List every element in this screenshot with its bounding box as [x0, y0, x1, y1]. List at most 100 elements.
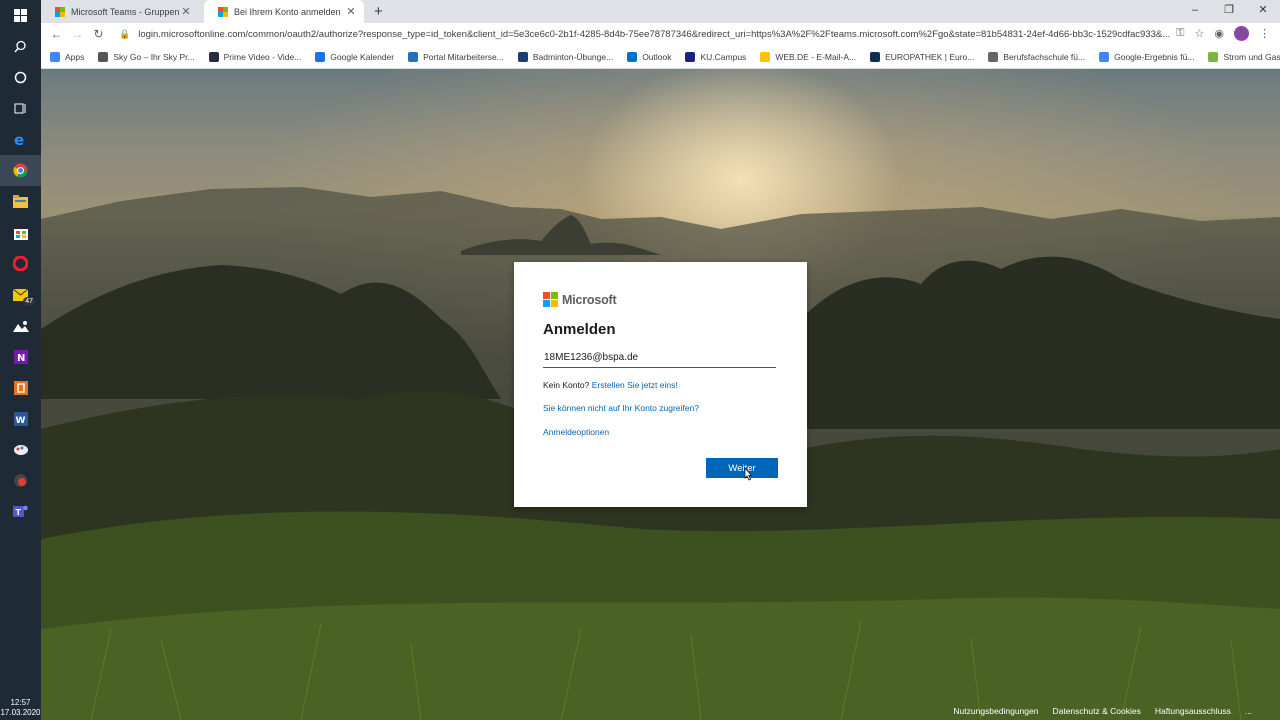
mail-icon[interactable]: 47	[0, 279, 41, 310]
system-clock[interactable]: 12:57 17.03.2020	[0, 696, 41, 720]
close-window-button[interactable]: ✕	[1246, 0, 1280, 20]
bookmark-item[interactable]: Apps	[50, 51, 84, 62]
back-arrow-icon[interactable]: ←	[46, 27, 67, 41]
page-footer: Nutzungsbedingungen Datenschutz & Cookie…	[953, 706, 1280, 720]
tab-teams-chat[interactable]: Microsoft Teams - Gruppenchat ✕	[41, 0, 199, 23]
star-icon[interactable]: ☆	[1195, 27, 1205, 40]
bookmark-favicon-icon	[1208, 51, 1219, 62]
cortana-icon[interactable]	[0, 62, 41, 93]
clock-date: 17.03.2020	[0, 708, 41, 717]
bookmark-item[interactable]: EUROPATHEK | Euro...	[870, 51, 974, 62]
bookmark-favicon-icon	[315, 51, 326, 62]
bookmark-item[interactable]: Sky Go – Ihr Sky Pr...	[98, 51, 195, 62]
opera-icon[interactable]	[0, 248, 41, 279]
bookmark-item[interactable]: Google Kalender	[315, 51, 395, 62]
bookmark-item[interactable]: WEB.DE - E-Mail-A...	[760, 51, 857, 62]
microsoft-favicon-icon	[218, 6, 228, 17]
key-icon[interactable]: ⚿	[1176, 27, 1184, 40]
create-account-link[interactable]: Erstellen Sie jetzt eins!	[592, 380, 678, 390]
bookmark-favicon-icon	[988, 51, 999, 62]
bookmark-favicon-icon	[627, 51, 638, 62]
mouse-pointer-icon	[744, 467, 753, 481]
browser-window: Microsoft Teams - Gruppenchat ✕ Bei Ihre…	[41, 0, 1280, 720]
paint-icon[interactable]	[0, 434, 41, 465]
tab-close-icon[interactable]: ✕	[344, 5, 358, 18]
extension-icon[interactable]: ◉	[1214, 27, 1224, 40]
new-tab-button[interactable]: +	[374, 3, 383, 20]
bookmark-favicon-icon	[760, 51, 771, 62]
bookmark-label: Badminton-Übunge...	[532, 51, 614, 62]
search-icon[interactable]	[0, 31, 41, 62]
bookmark-label: WEB.DE - E-Mail-A...	[775, 51, 857, 62]
bookmark-item[interactable]: Badminton-Übunge...	[517, 51, 614, 62]
minimize-button[interactable]: –	[1178, 0, 1212, 20]
disclaimer-link[interactable]: Haftungsausschluss	[1155, 706, 1231, 716]
microsoft-favicon-icon	[55, 6, 65, 17]
microsoft-logo-icon	[543, 292, 558, 307]
bookmark-label: Google-Ergebnis fü...	[1114, 51, 1195, 62]
office-icon[interactable]	[0, 372, 41, 403]
svg-text:T: T	[16, 508, 22, 517]
browser-toolbar: ← → ↻ 🔒 login.microsoftonline.com/common…	[41, 23, 1280, 45]
windows-start-icon[interactable]	[0, 0, 41, 31]
profile-avatar[interactable]: A	[1234, 26, 1249, 41]
bookmark-favicon-icon	[408, 51, 419, 62]
bookmark-item[interactable]: Portal Mitarbeiterse...	[408, 51, 504, 62]
bookmark-label: Portal Mitarbeiterse...	[423, 51, 504, 62]
more-options-link[interactable]: ...	[1245, 706, 1252, 716]
restore-button[interactable]: ❐	[1212, 0, 1246, 20]
address-bar[interactable]: 🔒 login.microsoftonline.com/common/oauth…	[119, 25, 1174, 44]
toolbar-actions: ⚿ ☆ ◉ A ⋮	[1176, 26, 1270, 41]
bookmark-item[interactable]: Strom und Gas gün...	[1208, 51, 1280, 62]
forward-arrow-icon[interactable]: →	[67, 27, 88, 41]
sign-in-card: Microsoft Anmelden Kein Konto? Erstellen…	[514, 262, 807, 507]
sign-in-title: Anmelden	[543, 321, 616, 338]
bookmark-label: Berufsfachschule fü...	[1003, 51, 1086, 62]
svg-text:W: W	[15, 416, 25, 426]
no-account-line: Kein Konto? Erstellen Sie jetzt eins!	[543, 380, 778, 390]
no-account-text: Kein Konto?	[543, 380, 590, 390]
bookmark-favicon-icon	[685, 51, 696, 62]
file-explorer-icon[interactable]	[0, 186, 41, 217]
record-icon[interactable]	[0, 465, 41, 496]
bookmark-item[interactable]: KU.Campus	[685, 51, 746, 62]
terms-link[interactable]: Nutzungsbedingungen	[953, 706, 1038, 716]
bookmark-item[interactable]: Outlook	[627, 51, 671, 62]
email-input[interactable]	[543, 348, 776, 368]
chrome-icon[interactable]	[0, 155, 41, 186]
bookmark-favicon-icon	[98, 51, 109, 62]
cant-access-account-link[interactable]: Sie können nicht auf Ihr Konto zugreifen…	[543, 403, 778, 413]
bookmark-item[interactable]: Google-Ergebnis fü...	[1099, 51, 1195, 62]
bookmarks-bar: Apps Sky Go – Ihr Sky Pr... Prime Video - …	[41, 45, 1280, 69]
tab-close-icon[interactable]: ✕	[179, 5, 193, 18]
bookmark-favicon-icon	[208, 51, 219, 62]
bookmark-favicon-icon	[870, 51, 881, 62]
tab-sign-in[interactable]: Bei Ihrem Konto anmelden ✕	[204, 0, 364, 23]
word-icon[interactable]: W	[0, 403, 41, 434]
edge-icon[interactable]: e	[0, 124, 41, 155]
photos-icon[interactable]	[0, 310, 41, 341]
task-view-icon[interactable]	[0, 93, 41, 124]
teams-icon[interactable]: T	[0, 496, 41, 527]
store-icon[interactable]	[0, 217, 41, 248]
bookmark-label: Google Kalender	[330, 51, 395, 62]
bookmark-favicon-icon	[517, 51, 528, 62]
reload-icon[interactable]: ↻	[88, 27, 109, 41]
bookmark-label: Strom und Gas gün...	[1223, 51, 1280, 62]
sign-in-options-link[interactable]: Anmeldeoptionen	[543, 427, 778, 437]
onenote-icon[interactable]: N	[0, 341, 41, 372]
url-text: login.microsoftonline.com/common/oauth2/…	[138, 29, 1171, 40]
bookmark-item[interactable]: Berufsfachschule fü...	[988, 51, 1086, 62]
clock-time: 12:57	[10, 698, 31, 707]
bookmark-favicon-icon	[1099, 51, 1110, 62]
svg-text:e: e	[14, 132, 24, 147]
windows-taskbar: e 47 N W T 12:57 17.03.2020	[0, 0, 41, 720]
bookmark-item[interactable]: Prime Video - Vide...	[208, 51, 301, 62]
tab-title: Bei Ihrem Konto anmelden	[234, 6, 341, 17]
brand-name: Microsoft	[562, 292, 617, 307]
menu-dots-icon[interactable]: ⋮	[1259, 27, 1270, 40]
tab-title: Microsoft Teams - Gruppenchat	[71, 6, 179, 17]
bookmark-label: Sky Go – Ihr Sky Pr...	[113, 51, 195, 62]
privacy-cookies-link[interactable]: Datenschutz & Cookies	[1052, 706, 1140, 716]
lock-icon: 🔒	[119, 29, 131, 39]
